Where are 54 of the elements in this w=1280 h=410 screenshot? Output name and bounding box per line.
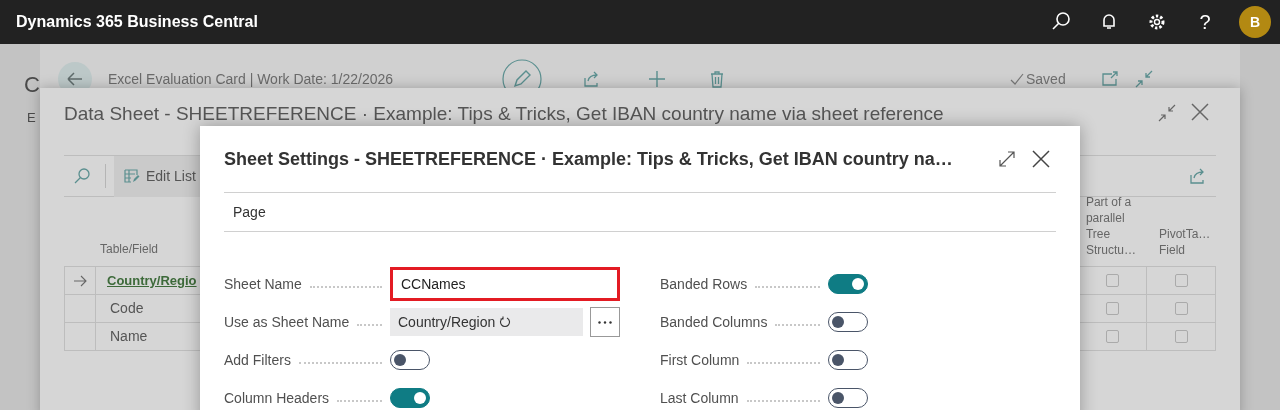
user-avatar[interactable]: B	[1239, 6, 1271, 38]
field-label: Use as Sheet Name	[224, 312, 350, 332]
table-field-cell-text: Code	[110, 299, 144, 318]
grid-edit-icon	[124, 168, 140, 184]
page-title: C	[24, 71, 40, 99]
toggle-switch[interactable]	[828, 274, 868, 294]
dotted-leader	[337, 400, 382, 402]
close-icon[interactable]	[1032, 150, 1050, 168]
checkbox[interactable]	[1174, 302, 1188, 315]
current-row-arrow-icon	[73, 274, 87, 287]
help-button[interactable]: ?	[1191, 7, 1219, 37]
field-label: First Column	[660, 350, 740, 370]
field-value: Country/Region	[398, 312, 496, 332]
field-label: Add Filters	[224, 350, 291, 370]
dialog-title: Data Sheet - SHEETREFERENCE · Example: Tips & Tricks, Get IBAN country name via sheet reference	[64, 102, 944, 126]
field-label: Banded Rows	[660, 274, 748, 294]
checkbox[interactable]	[1174, 330, 1188, 343]
add-icon[interactable]	[647, 69, 667, 89]
collapse-icon[interactable]	[1158, 104, 1176, 122]
collapse-icon[interactable]	[1133, 69, 1154, 89]
dotted-leader	[357, 324, 382, 326]
checkbox[interactable]	[1174, 274, 1188, 287]
expand-icon[interactable]	[998, 150, 1016, 168]
field-label: Last Column	[660, 388, 739, 408]
checkbox[interactable]	[1106, 330, 1119, 343]
toggle-switch[interactable]	[390, 350, 430, 370]
page-tab[interactable]: Page	[233, 201, 266, 223]
lookup-field[interactable]: Country/Region	[390, 308, 583, 336]
column-header[interactable]: PivotTa… Field	[1159, 226, 1216, 258]
dotted-leader	[755, 286, 820, 288]
app-title[interactable]: Dynamics 365 Business Central	[16, 10, 258, 34]
checkbox[interactable]	[1106, 274, 1119, 287]
refresh-icon	[499, 316, 512, 328]
table-field-cell-text: Name	[110, 327, 148, 346]
toggle-switch[interactable]	[828, 350, 868, 370]
dialog-title: Sheet Settings - SHEETREFERENCE · Example: Tips & Tricks, Get IBAN country na…	[224, 147, 953, 171]
field-label: Column Headers	[224, 388, 330, 408]
sheet-name-field[interactable]: CCNames	[390, 267, 620, 301]
toggle-switch[interactable]	[828, 388, 868, 408]
open-in-new-window-icon[interactable]	[1099, 69, 1120, 89]
toggle-switch[interactable]	[390, 388, 430, 408]
more-icon	[598, 320, 612, 324]
lookup-button[interactable]	[590, 307, 620, 337]
saved-status: Saved	[1026, 69, 1066, 89]
table-field-cell[interactable]: Country/Regio	[107, 270, 197, 291]
dotted-leader	[775, 324, 820, 326]
column-header[interactable]: Part of a parallel Tree Structu…	[1085, 194, 1141, 258]
card-header-text: Excel Evaluation Card | Work Date: 1/22/2026	[108, 69, 395, 89]
checkbox[interactable]	[1106, 302, 1119, 315]
field-label: Sheet Name	[224, 274, 302, 294]
toggle-switch[interactable]	[828, 312, 868, 332]
section-label: E	[27, 109, 36, 127]
field-label: Banded Columns	[660, 312, 768, 332]
check-icon	[1009, 71, 1025, 87]
